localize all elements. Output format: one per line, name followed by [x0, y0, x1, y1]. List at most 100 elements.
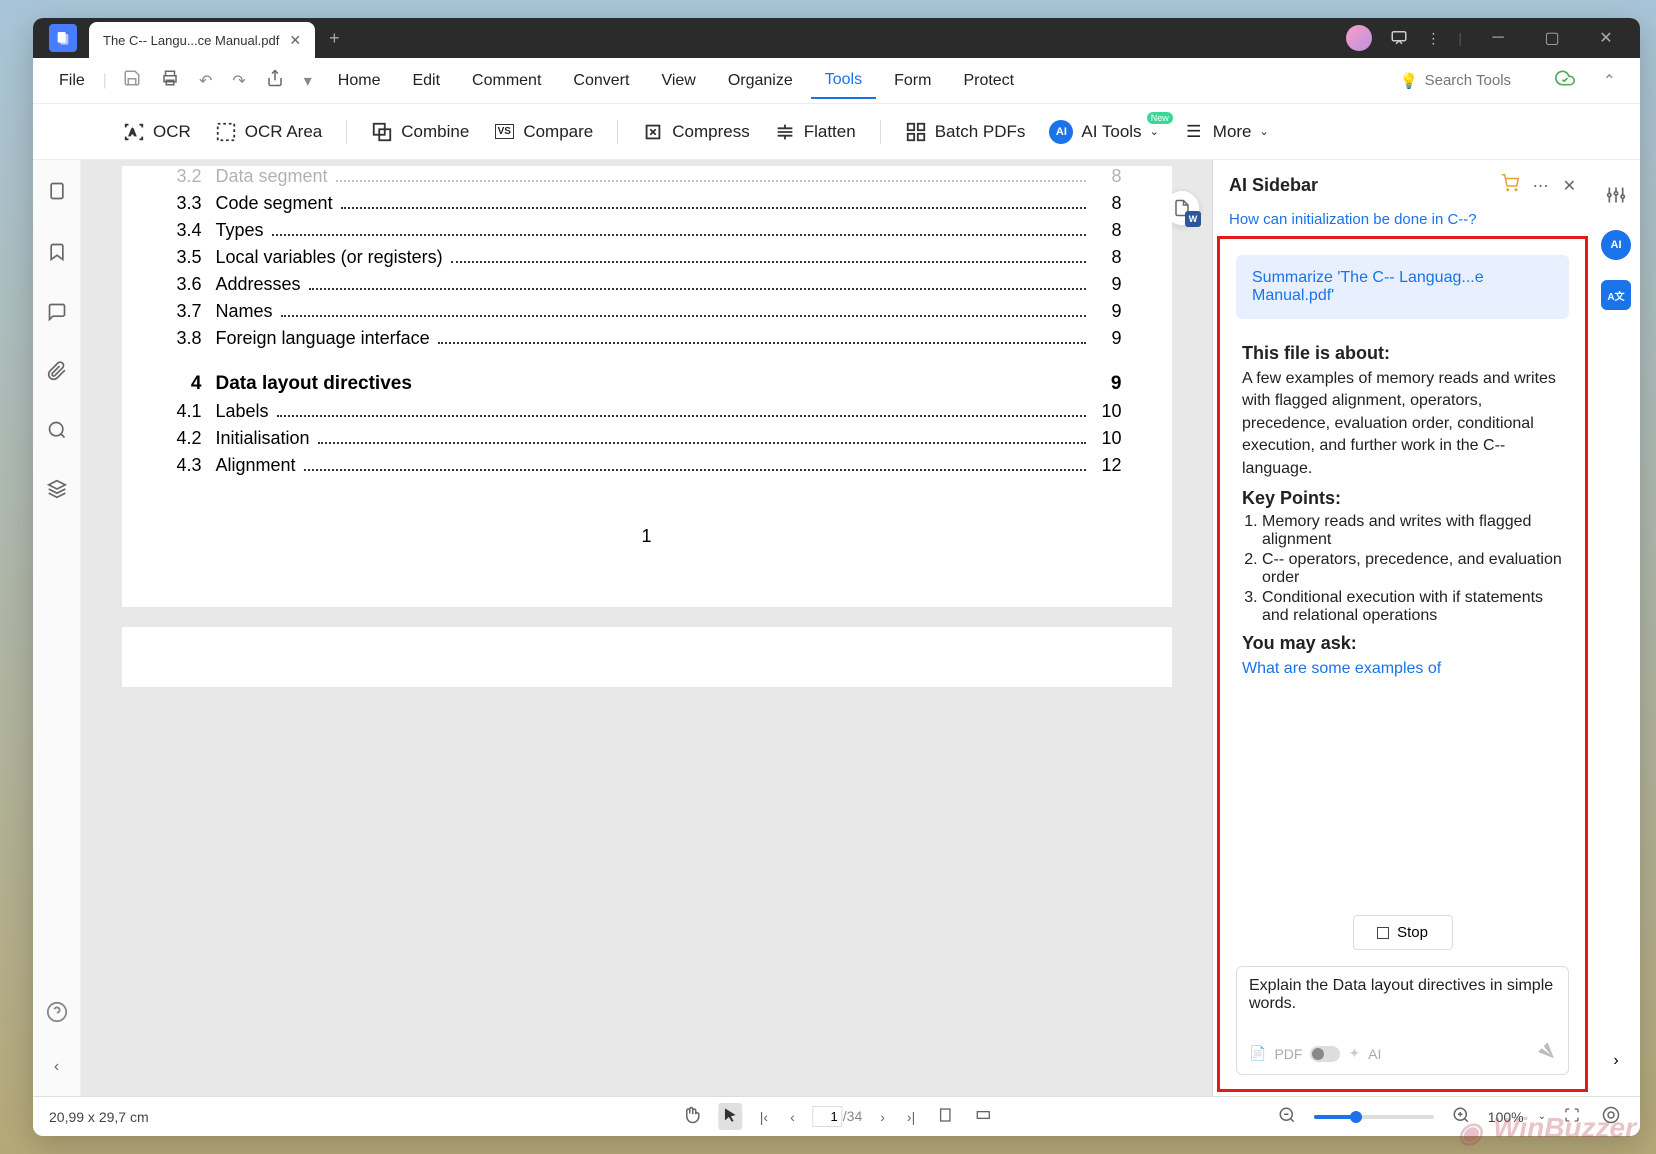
ai-rail-icon[interactable]: AI: [1601, 230, 1631, 260]
menu-form[interactable]: Form: [880, 64, 945, 98]
search-icon[interactable]: [47, 420, 67, 445]
ai-highlight-region: Summarize 'The C-- Languag...e Manual.pd…: [1217, 236, 1588, 1092]
compress-button[interactable]: Compress: [642, 121, 749, 143]
minimize-button[interactable]: ─: [1480, 20, 1516, 56]
select-tool-icon[interactable]: [718, 1103, 742, 1130]
zoom-in-icon[interactable]: [1448, 1106, 1474, 1127]
compare-button[interactable]: VSCompare: [493, 121, 593, 143]
menu-comment[interactable]: Comment: [458, 64, 555, 98]
next-page-icon[interactable]: ›: [876, 1109, 889, 1125]
page-dimensions: 20,99 x 29,7 cm: [49, 1109, 149, 1125]
page-input[interactable]: [813, 1106, 843, 1127]
more-options-icon[interactable]: ⋯: [1533, 176, 1549, 196]
document-viewport[interactable]: W 3.2Data segment83.3Code segment83.4Typ…: [81, 160, 1212, 1096]
file-menu[interactable]: File: [49, 72, 95, 90]
toc-line: 4.2Initialisation10: [172, 428, 1122, 449]
maximize-button[interactable]: ▢: [1534, 20, 1570, 56]
ai-question-link[interactable]: How can initialization be done in C--?: [1213, 211, 1592, 236]
collapse-ribbon-icon[interactable]: ⌃: [1595, 71, 1624, 91]
ai-input-area[interactable]: Explain the Data layout directives in si…: [1236, 966, 1569, 1075]
menu-view[interactable]: View: [647, 64, 709, 98]
combine-button[interactable]: Combine: [371, 121, 469, 143]
fit-page-icon[interactable]: [933, 1107, 957, 1126]
menu-home[interactable]: Home: [324, 64, 395, 98]
document-tab[interactable]: The C-- Langu...ce Manual.pdf ✕: [89, 22, 315, 58]
tab-close-icon[interactable]: ✕: [289, 32, 301, 49]
reading-mode-icon[interactable]: [1598, 1106, 1624, 1127]
print-icon[interactable]: [153, 69, 187, 92]
menu-organize[interactable]: Organize: [714, 64, 807, 98]
right-rail: AI A文 ›: [1592, 160, 1640, 1096]
ai-tools-button[interactable]: AI AI Tools ⌄ New: [1049, 120, 1158, 144]
batch-pdfs-button[interactable]: Batch PDFs: [905, 121, 1026, 143]
translate-icon[interactable]: A文: [1601, 280, 1631, 310]
user-avatar[interactable]: [1346, 25, 1372, 51]
ai-sidebar: AI Sidebar ⋯ ✕ How can initialization be…: [1212, 160, 1592, 1096]
lightbulb-icon: 💡: [1400, 72, 1419, 90]
mode-toggle[interactable]: [1310, 1046, 1340, 1062]
toc-line: 3.7Names9: [172, 301, 1122, 322]
thumbnails-icon[interactable]: [47, 180, 67, 207]
titlebar: The C-- Langu...ce Manual.pdf ✕ + ⋮ | ─ …: [33, 18, 1640, 58]
zoom-level[interactable]: 100%: [1488, 1109, 1524, 1125]
flatten-button[interactable]: Flatten: [774, 121, 856, 143]
compare-icon: VS: [493, 121, 515, 143]
close-sidebar-icon[interactable]: ✕: [1563, 176, 1576, 196]
hand-tool-icon[interactable]: [678, 1106, 704, 1127]
ocr-button[interactable]: AOCR: [123, 121, 191, 143]
new-tab-button[interactable]: +: [329, 28, 340, 49]
batch-icon: [905, 121, 927, 143]
send-icon[interactable]: [1533, 1040, 1561, 1068]
undo-icon[interactable]: ↶: [191, 71, 220, 91]
ai-ask-link[interactable]: What are some examples of: [1242, 658, 1563, 680]
search-tools-input[interactable]: [1425, 72, 1535, 89]
help-icon[interactable]: [46, 1001, 68, 1028]
summarize-prompt[interactable]: Summarize 'The C-- Languag...e Manual.pd…: [1236, 255, 1569, 319]
chat-icon[interactable]: [1390, 28, 1408, 49]
settings-sliders-icon[interactable]: [1601, 180, 1631, 210]
collapse-left-icon[interactable]: ‹: [54, 1058, 59, 1076]
save-icon[interactable]: [115, 69, 149, 92]
ask-heading: You may ask:: [1242, 633, 1563, 654]
stop-button[interactable]: Stop: [1353, 915, 1453, 950]
expand-right-icon[interactable]: ›: [1601, 1046, 1631, 1076]
menu-tools[interactable]: Tools: [811, 63, 876, 99]
menu-protect[interactable]: Protect: [949, 64, 1028, 98]
fullscreen-icon[interactable]: [1560, 1107, 1584, 1126]
pdf-page: 3.2Data segment83.3Code segment83.4Types…: [122, 166, 1172, 607]
pdf-mode-icon: 📄: [1249, 1045, 1266, 1062]
kebab-menu-icon[interactable]: ⋮: [1426, 30, 1440, 47]
cart-icon[interactable]: [1501, 174, 1519, 197]
ocr-area-button[interactable]: OCR Area: [215, 121, 322, 143]
toc-line: 3.5Local variables (or registers)8: [172, 247, 1122, 268]
attachments-icon[interactable]: [47, 361, 67, 386]
share-icon[interactable]: [258, 69, 292, 92]
zoom-out-icon[interactable]: [1274, 1106, 1300, 1127]
pdf-mode-label: PDF: [1274, 1046, 1302, 1062]
svg-text:A: A: [129, 127, 136, 137]
layers-icon[interactable]: [47, 479, 67, 504]
word-badge-icon: W: [1185, 211, 1201, 227]
pdf-page-next: [122, 627, 1172, 687]
zoom-slider[interactable]: [1314, 1115, 1434, 1119]
redo-icon[interactable]: ↷: [224, 71, 253, 91]
comments-icon[interactable]: [47, 302, 67, 327]
prev-page-icon[interactable]: ‹: [786, 1109, 799, 1125]
menu-convert[interactable]: Convert: [559, 64, 643, 98]
dropdown-icon[interactable]: ▾: [296, 71, 320, 91]
bookmarks-icon[interactable]: [47, 241, 67, 268]
more-button[interactable]: ☰More⌄: [1183, 121, 1269, 143]
flatten-icon: [774, 121, 796, 143]
last-page-icon[interactable]: ›|: [903, 1109, 919, 1125]
toc-line: 4.1Labels10: [172, 401, 1122, 422]
close-window-button[interactable]: ✕: [1588, 20, 1624, 56]
ai-input-text[interactable]: Explain the Data layout directives in si…: [1249, 977, 1556, 1025]
stop-icon: [1377, 927, 1389, 939]
fit-width-icon[interactable]: [971, 1107, 995, 1126]
toc-line: 3.8Foreign language interface9: [172, 328, 1122, 349]
toolbar: AOCR OCR Area Combine VSCompare Compress…: [33, 104, 1640, 160]
cloud-sync-icon[interactable]: [1547, 68, 1583, 93]
menu-edit[interactable]: Edit: [398, 64, 454, 98]
first-page-icon[interactable]: |‹: [756, 1109, 772, 1125]
search-tools[interactable]: 💡: [1400, 72, 1535, 90]
